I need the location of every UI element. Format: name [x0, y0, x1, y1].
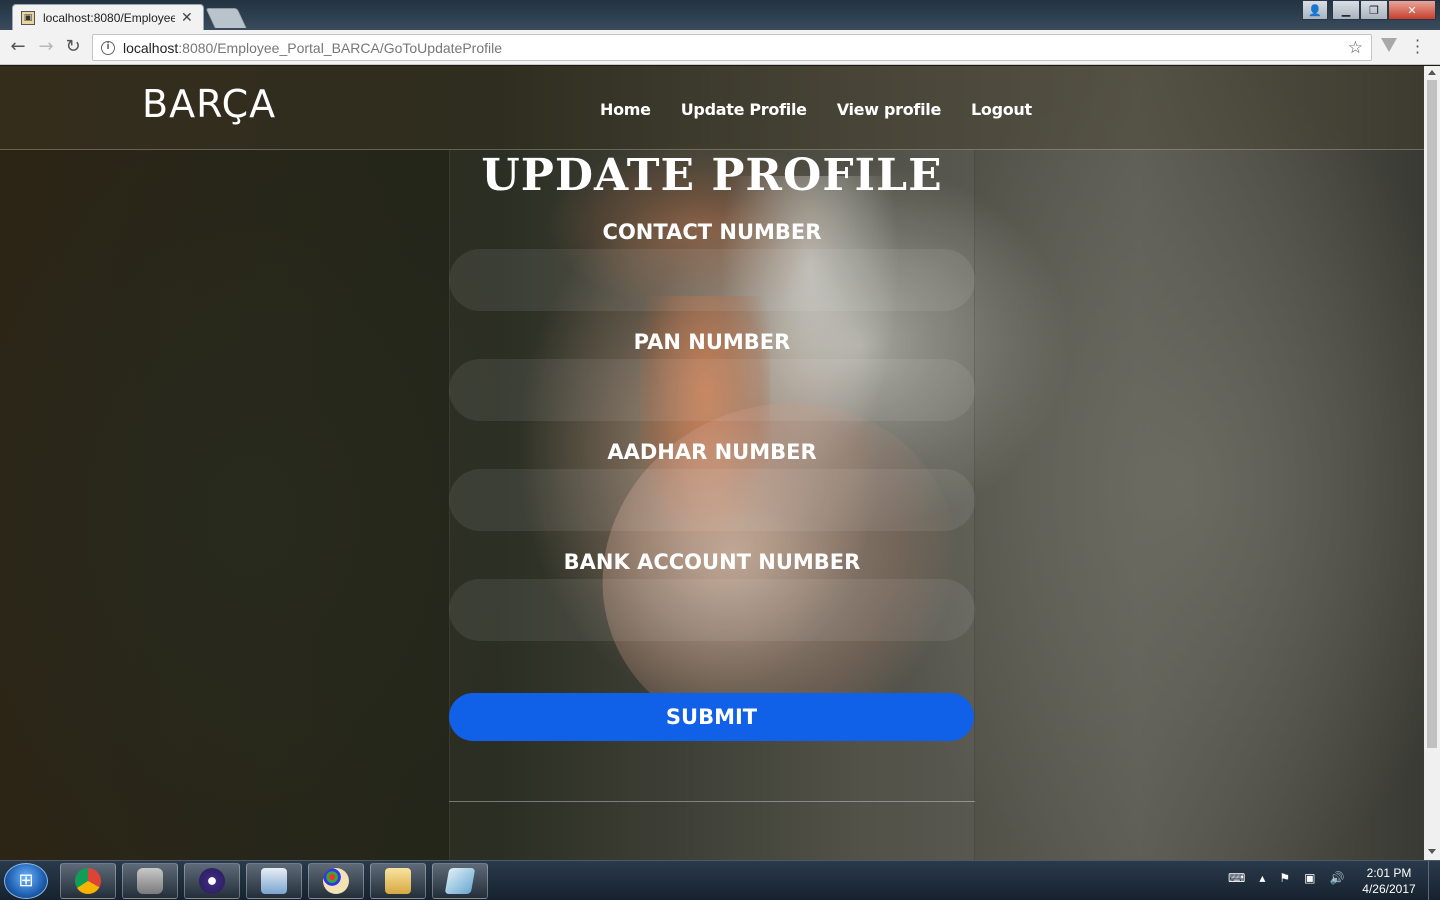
nav-home[interactable]: Home: [600, 100, 651, 119]
action-center-flag-icon[interactable]: ⚑: [1279, 871, 1290, 885]
clock-time: 2:01 PM: [1366, 866, 1412, 880]
network-icon: [261, 868, 287, 894]
aadhar-number-label: AADHAR NUMBER: [607, 440, 817, 464]
notepad-icon: [444, 868, 476, 894]
scroll-thumb[interactable]: [1427, 80, 1437, 748]
reload-icon[interactable]: ↻: [63, 37, 83, 57]
nav-view-profile[interactable]: View profile: [837, 100, 942, 119]
keyboard-icon[interactable]: ⌨: [1228, 871, 1245, 885]
show-desktop-button[interactable]: [1428, 861, 1440, 900]
database-icon: [137, 868, 163, 894]
forward-arrow-icon[interactable]: →: [36, 37, 56, 57]
page-scrollbar[interactable]: [1424, 66, 1440, 860]
address-bar[interactable]: i localhost:8080/Employee_Portal_BARCA/G…: [92, 34, 1372, 61]
taskbar-database-app[interactable]: [122, 863, 178, 899]
start-button[interactable]: ⊞: [4, 863, 48, 899]
browser-tab[interactable]: ▣ localhost:8080/Employee ✕: [12, 4, 204, 30]
taskbar-clock[interactable]: 2:01 PM 4/26/2017: [1356, 865, 1422, 897]
taskbar-network-app[interactable]: [246, 863, 302, 899]
scroll-down-arrow-icon[interactable]: [1428, 849, 1436, 854]
profile-icon[interactable]: 👤: [1302, 0, 1328, 20]
contact-number-input[interactable]: [449, 249, 975, 311]
browser-toolbar: ← → ↻ i localhost:8080/Employee_Portal_B…: [0, 30, 1440, 65]
taskbar-eclipse[interactable]: [184, 863, 240, 899]
bank-account-number-input[interactable]: [449, 579, 975, 641]
browser-menu-icon[interactable]: · · ·: [1415, 33, 1420, 61]
taskbar-file-explorer[interactable]: [370, 863, 426, 899]
back-arrow-icon[interactable]: ←: [8, 37, 28, 57]
windows-taskbar: ⊞ ⌨ ▴ ⚑ ▣ 🔊 2:01 PM 4/26/2017: [0, 860, 1440, 900]
url-path: :8080/Employee_Portal_BARCA/GoToUpdatePr…: [178, 39, 503, 56]
network-status-icon[interactable]: ▣: [1304, 871, 1315, 885]
extension-filter-icon[interactable]: [1381, 38, 1397, 52]
info-icon[interactable]: i: [101, 40, 115, 55]
bookmark-star-icon[interactable]: ☆: [1348, 38, 1363, 58]
taskbar-paint[interactable]: [308, 863, 364, 899]
volume-icon[interactable]: 🔊: [1329, 871, 1344, 885]
paint-palette-icon: [323, 868, 349, 894]
main-nav: Home Update Profile View profile Logout: [600, 100, 1032, 119]
taskbar-chrome[interactable]: [60, 863, 116, 899]
page-favicon-icon: ▣: [21, 10, 35, 25]
address-url: localhost:8080/Employee_Portal_BARCA/GoT…: [123, 40, 502, 56]
show-hidden-icons-icon[interactable]: ▴: [1259, 871, 1265, 885]
maximize-button[interactable]: ❐: [1360, 0, 1388, 20]
site-brand-logo[interactable]: BARÇA: [142, 82, 276, 126]
form-divider: [449, 801, 975, 802]
clock-date: 4/26/2017: [1362, 882, 1416, 896]
tab-title: localhost:8080/Employee: [43, 10, 175, 25]
pan-number-input[interactable]: [449, 359, 975, 421]
submit-button[interactable]: SUBMIT: [449, 693, 974, 741]
nav-update-profile[interactable]: Update Profile: [681, 100, 807, 119]
bank-account-number-label: BANK ACCOUNT NUMBER: [563, 550, 861, 574]
close-window-button[interactable]: ✕: [1388, 0, 1436, 20]
window-titlebar: ▣ localhost:8080/Employee ✕ 👤 ▁ ❐ ✕: [0, 0, 1440, 30]
pan-number-label: PAN NUMBER: [633, 330, 791, 354]
scroll-up-arrow-icon[interactable]: [1428, 70, 1436, 75]
site-header: BARÇA Home Update Profile View profile L…: [0, 66, 1424, 150]
nav-logout[interactable]: Logout: [971, 100, 1032, 119]
chrome-icon: [75, 868, 101, 894]
page-title: UPDATE PROFILE: [481, 150, 943, 201]
minimize-button[interactable]: ▁: [1332, 0, 1360, 20]
close-tab-icon[interactable]: ✕: [181, 10, 193, 26]
folder-icon: [385, 868, 411, 894]
page-viewport: BARÇA Home Update Profile View profile L…: [0, 66, 1424, 860]
url-host: localhost: [123, 39, 179, 56]
aadhar-number-input[interactable]: [449, 469, 975, 531]
new-tab-button[interactable]: [205, 8, 247, 28]
contact-number-label: CONTACT NUMBER: [602, 220, 822, 244]
eclipse-icon: [199, 868, 225, 894]
system-tray: ⌨ ▴ ⚑ ▣ 🔊: [1228, 871, 1344, 885]
taskbar-notepad[interactable]: [432, 863, 488, 899]
